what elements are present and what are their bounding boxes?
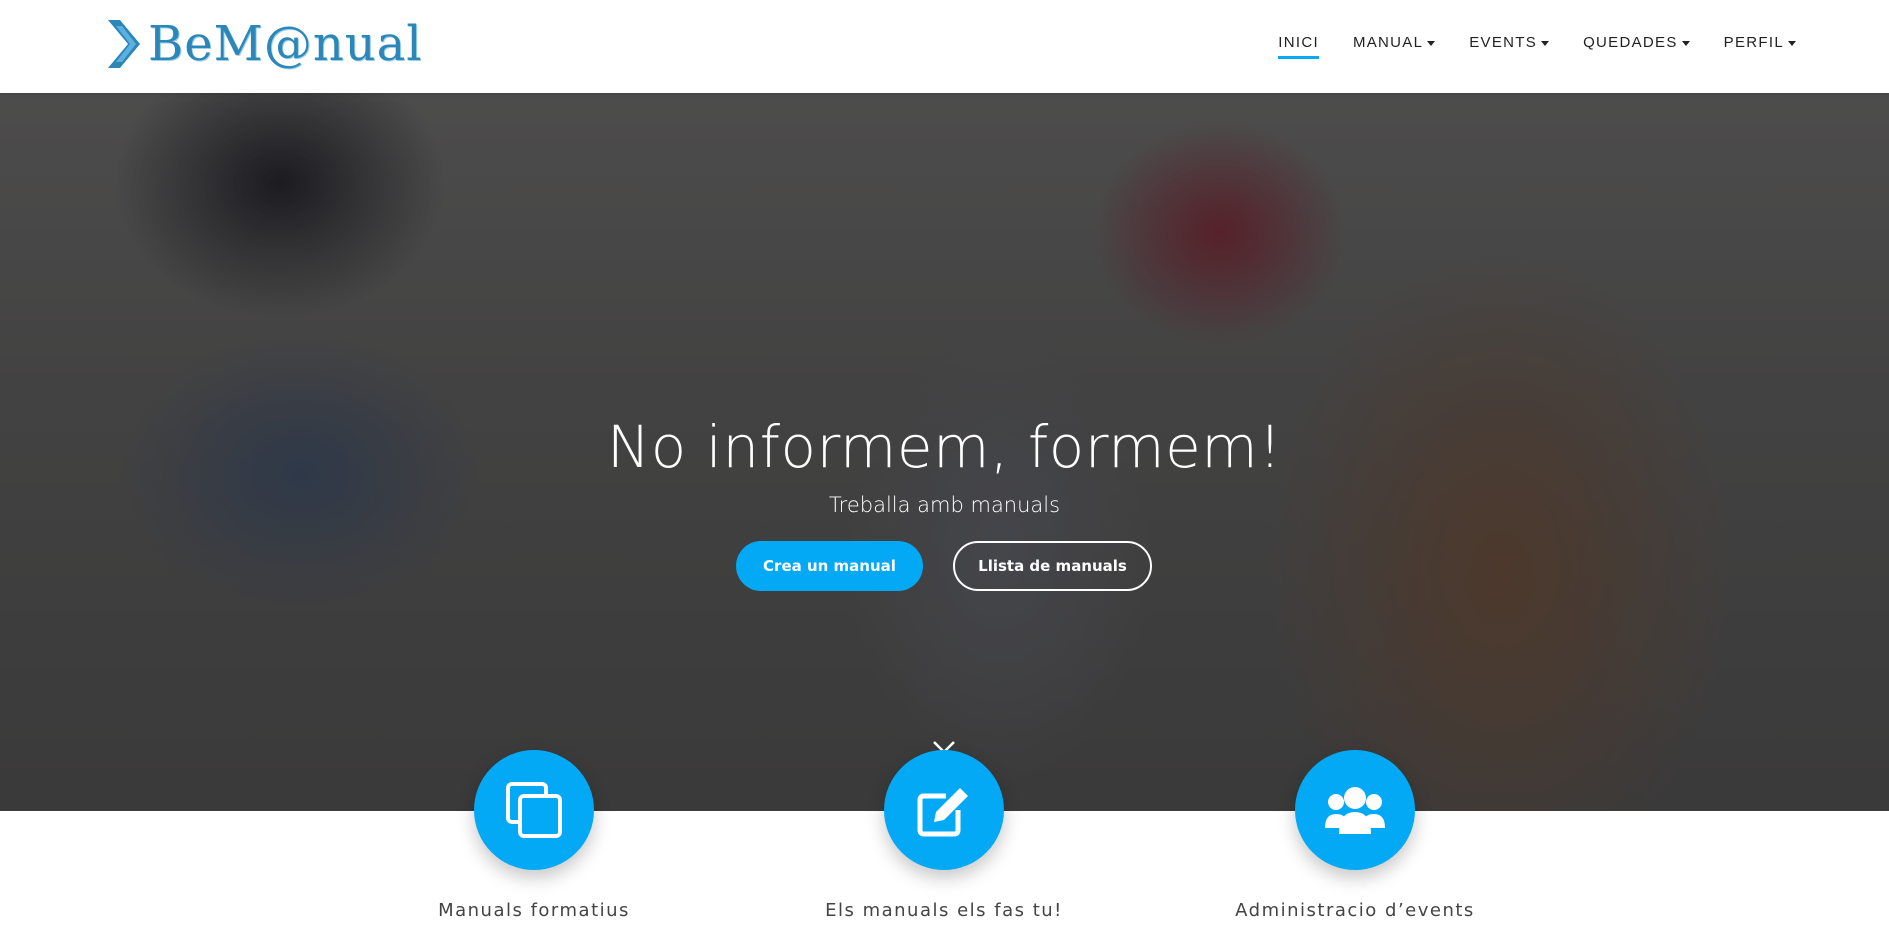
chevron-right-icon xyxy=(108,20,140,68)
feature-icon-circle xyxy=(474,750,594,870)
nav-label: INICI xyxy=(1278,34,1319,51)
hero-title: No informem, formem! xyxy=(606,413,1283,481)
nav-item-inici[interactable]: INICI xyxy=(1278,28,1319,59)
feature-manuals: Manuals formatius xyxy=(404,750,664,921)
nav-label: PERFIL xyxy=(1723,34,1784,51)
nav-item-events[interactable]: EVENTS xyxy=(1469,28,1550,59)
users-icon xyxy=(1325,787,1385,834)
nav-label: EVENTS xyxy=(1469,34,1538,51)
feature-label: Els manuals els fas tu! xyxy=(825,900,1063,921)
copy-icon xyxy=(506,782,562,838)
hero-section: No informem, formem! Treballa amb manual… xyxy=(0,93,1889,811)
create-manual-button[interactable]: Crea un manual xyxy=(736,541,923,591)
nav-item-perfil[interactable]: PERFIL xyxy=(1724,28,1796,59)
edit-icon xyxy=(917,788,968,837)
nav-label: MANUAL xyxy=(1352,34,1424,51)
caret-down-icon xyxy=(1788,40,1796,46)
nav-item-quedades[interactable]: QUEDADES xyxy=(1583,28,1690,59)
feature-editor: Els manuals els fas tu! xyxy=(814,750,1074,921)
nav-label: QUEDADES xyxy=(1583,34,1678,51)
logo-text: BeM@nual xyxy=(148,16,423,72)
feature-icon-circle xyxy=(884,750,1004,870)
feature-label: Administracio d’events xyxy=(1235,900,1475,921)
feature-label: Manuals formatius xyxy=(438,900,630,921)
feature-icon-circle xyxy=(1295,750,1415,870)
feature-events: Administracio d’events xyxy=(1225,750,1485,921)
caret-down-icon xyxy=(1427,40,1436,46)
features-section: Manuals formatius Els manuals els fas tu… xyxy=(0,750,1889,933)
site-header: BeM@nual INICI MANUAL EVENTS QUEDADES PE… xyxy=(0,0,1889,93)
caret-down-icon xyxy=(1681,40,1690,46)
manual-list-button[interactable]: Llista de manuals xyxy=(953,541,1152,591)
hero-subtitle: Treballa amb manuals xyxy=(828,493,1061,517)
nav-item-manual[interactable]: MANUAL xyxy=(1352,28,1436,59)
caret-down-icon xyxy=(1541,40,1550,46)
main-nav: INICI MANUAL EVENTS QUEDADES PERFIL xyxy=(1244,28,1796,59)
brand-logo[interactable]: BeM@nual xyxy=(106,14,423,74)
